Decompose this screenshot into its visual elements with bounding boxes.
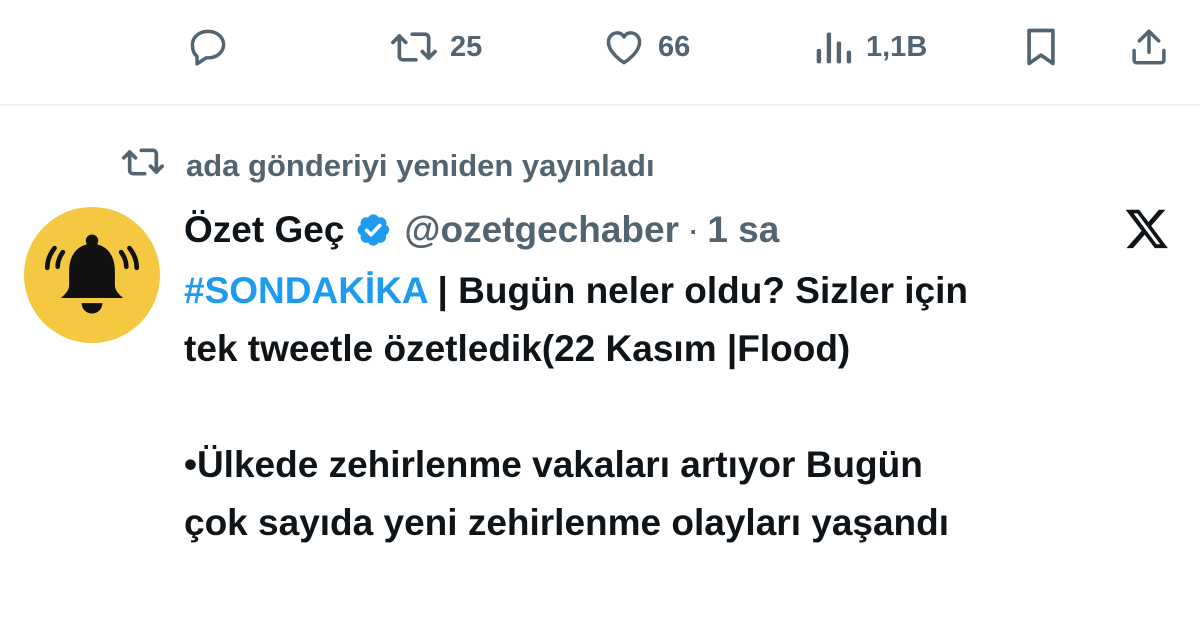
share-icon xyxy=(1128,25,1170,69)
x-logo-icon xyxy=(1124,205,1170,256)
repost-context[interactable]: ada gönderiyi yeniden yayınladı xyxy=(120,146,655,186)
reply-button[interactable] xyxy=(186,24,230,70)
tweet-line-text: | Bugün neler oldu? Sizler için xyxy=(427,270,968,311)
like-count: 66 xyxy=(658,30,691,63)
bookmark-button[interactable] xyxy=(1022,24,1060,70)
tweet-line: çok sayıda yeni zehirlenme olayları yaşa… xyxy=(184,502,950,543)
repost-icon xyxy=(390,25,438,69)
tweet-text: #SONDAKİKA | Bugün neler oldu? Sizler iç… xyxy=(184,262,1184,552)
author-name[interactable]: Özet Geç xyxy=(184,209,344,251)
tweet-page: 25 66 1,1B ada gönderiyi yeniden yayınla… xyxy=(0,0,1200,634)
repost-icon xyxy=(120,142,166,190)
tweet-header: Özet Geç @ozetgechaber · 1 sa xyxy=(184,206,779,254)
repost-button[interactable]: 25 xyxy=(390,24,482,70)
heart-icon xyxy=(602,25,646,69)
hashtag-link[interactable]: #SONDAKİKA xyxy=(184,270,427,311)
bar-chart-icon xyxy=(814,25,854,69)
author-handle[interactable]: @ozetgechaber xyxy=(404,209,679,251)
bookmark-icon xyxy=(1022,25,1060,69)
verified-badge-icon xyxy=(354,211,392,249)
speech-bubble-icon xyxy=(186,25,230,69)
repost-count: 25 xyxy=(450,30,483,63)
tweet-action-bar: 25 66 1,1B xyxy=(0,0,1200,106)
tweet-line: tek tweetle özetledik(22 Kasım |Flood) xyxy=(184,328,851,369)
tweet-line: #SONDAKİKA | Bugün neler oldu? Sizler iç… xyxy=(184,262,1184,320)
bell-icon xyxy=(40,221,144,330)
like-button[interactable]: 66 xyxy=(602,24,690,70)
tweet-line: •Ülkede zehirlenme vakaları artıyor Bugü… xyxy=(184,444,923,485)
header-separator: · xyxy=(687,209,700,250)
avatar[interactable] xyxy=(24,207,160,343)
repost-context-text: ada gönderiyi yeniden yayınladı xyxy=(186,148,655,183)
share-button[interactable] xyxy=(1128,24,1170,70)
tweet-time[interactable]: 1 sa xyxy=(707,209,779,251)
views-count: 1,1B xyxy=(866,30,928,63)
views-button[interactable]: 1,1B xyxy=(814,24,927,70)
